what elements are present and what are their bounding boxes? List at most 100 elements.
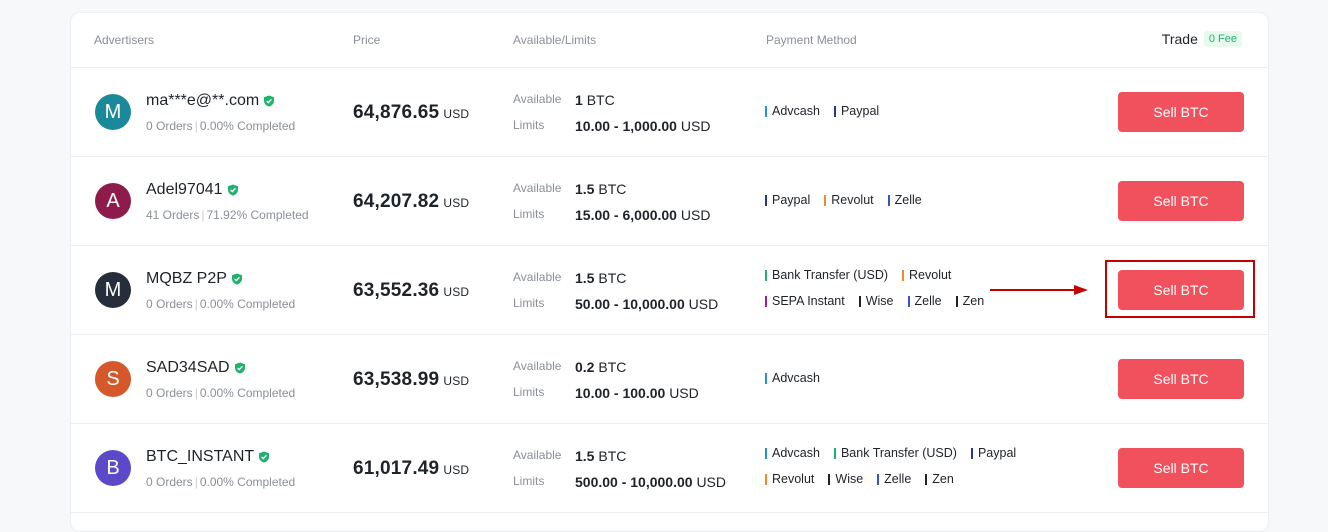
ad-row: B BTC_INSTANT 0 Orders | 0.00% Completed 6… [71, 424, 1268, 513]
stats-divider: | [194, 386, 198, 400]
available-amount: 1.5 [575, 181, 595, 197]
payment-method-tag: Paypal [765, 193, 810, 207]
p2p-ad-table: Advertisers Price Available/Limits Payme… [70, 12, 1269, 532]
col-header-advertisers: Advertisers [94, 33, 155, 47]
available-label: Available [513, 270, 562, 284]
available-label: Available [513, 92, 562, 106]
price-value: 61,017.49 [353, 458, 440, 479]
payment-method-tag: Zen [925, 472, 954, 486]
table-header: Advertisers Price Available/Limits Payme… [71, 13, 1268, 68]
payment-method-tag: Zelle [888, 193, 922, 207]
verified-shield-icon [227, 184, 238, 196]
payment-method-tag: Advcash [765, 446, 820, 460]
payment-methods-line: SEPA Instant Wise Zelle Zen [765, 294, 984, 308]
limits-value: 10.00 - 1,000.00 USD [575, 118, 710, 134]
ad-row: S SAD34SAD 0 Orders | 0.00% Completed 63,5… [71, 335, 1268, 424]
available-value: 1.5 BTC [575, 448, 626, 464]
price-value: 63,552.36 [353, 280, 440, 301]
sell-btc-button[interactable]: Sell BTC [1118, 181, 1244, 221]
price: 64,207.82 USD [353, 191, 469, 213]
sell-btc-button[interactable]: Sell BTC [1118, 359, 1244, 399]
stats-divider: | [201, 208, 205, 222]
ad-row: M ma***e@**.com 0 Orders | 0.00% Completed… [71, 68, 1268, 157]
limits-value: 15.00 - 6,000.00 USD [575, 207, 710, 223]
limits-label: Limits [513, 207, 545, 221]
completion-rate: 71.92% Completed [206, 208, 309, 222]
verified-shield-icon [264, 95, 275, 107]
price-value: 63,538.99 [353, 369, 440, 390]
advertiser-stats: 0 Orders | 0.00% Completed [146, 119, 295, 133]
payment-method-tag: Paypal [971, 446, 1016, 460]
available-value: 1.5 BTC [575, 181, 626, 197]
advertiser-name[interactable]: BTC_INSTANT [146, 448, 254, 466]
avatar[interactable]: A [95, 183, 131, 219]
payment-method-tag: Bank Transfer (USD) [834, 446, 957, 460]
available-unit: BTC [598, 359, 627, 375]
limits-value: 10.00 - 100.00 USD [575, 385, 699, 401]
stats-divider: | [194, 297, 198, 311]
payment-method-tag: Zelle [908, 294, 942, 308]
price: 63,538.99 USD [353, 369, 469, 391]
available-amount: 1.5 [575, 448, 595, 464]
col-header-available-limits: Available/Limits [513, 33, 597, 47]
limits-value: 500.00 - 10,000.00 USD [575, 474, 726, 490]
price: 64,876.65 USD [353, 102, 469, 124]
available-value: 1 BTC [575, 92, 615, 108]
orders-count: 0 Orders [146, 386, 193, 400]
sell-btc-button[interactable]: Sell BTC [1118, 92, 1244, 132]
payment-method-tag: Wise [828, 472, 863, 486]
advertiser-name-container: Adel97041 [146, 181, 239, 199]
price-currency: USD [443, 107, 470, 121]
limits-unit: USD [680, 118, 711, 134]
limits-value: 50.00 - 10,000.00 USD [575, 296, 718, 312]
completion-rate: 0.00% Completed [199, 386, 296, 400]
price-value: 64,876.65 [353, 102, 440, 123]
avatar[interactable]: S [95, 361, 131, 397]
available-value: 1.5 BTC [575, 270, 626, 286]
advertiser-name[interactable]: Adel97041 [146, 181, 223, 199]
advertiser-stats: 0 Orders | 0.00% Completed [146, 297, 295, 311]
available-unit: BTC [598, 181, 627, 197]
payment-methods-line: Advcash Bank Transfer (USD) Paypal [765, 446, 1016, 460]
limits-range: 50.00 - 10,000.00 [575, 296, 685, 312]
payment-method-tag: Bank Transfer (USD) [765, 268, 888, 282]
available-label: Available [513, 359, 562, 373]
available-value: 0.2 BTC [575, 359, 626, 375]
payment-methods-line: Bank Transfer (USD) Revolut [765, 268, 951, 282]
price-value: 64,207.82 [353, 191, 440, 212]
verified-shield-icon [234, 362, 245, 374]
price-currency: USD [443, 285, 470, 299]
advertiser-name[interactable]: MQBZ P2P [146, 270, 227, 288]
orders-count: 0 Orders [146, 119, 193, 133]
avatar[interactable]: B [95, 450, 131, 486]
zero-fee-badge: 0 Fee [1203, 31, 1242, 47]
completion-rate: 0.00% Completed [199, 297, 296, 311]
avatar[interactable]: M [95, 272, 131, 308]
advertiser-stats: 0 Orders | 0.00% Completed [146, 386, 295, 400]
advertiser-name-container: BTC_INSTANT [146, 448, 270, 466]
red-arrow-icon [990, 285, 1088, 295]
verified-shield-icon [231, 273, 242, 285]
limits-label: Limits [513, 474, 545, 488]
advertiser-name[interactable]: SAD34SAD [146, 359, 230, 377]
limits-label: Limits [513, 385, 545, 399]
advertiser-stats: 41 Orders | 71.92% Completed [146, 208, 309, 222]
payment-methods-line: Advcash Paypal [765, 104, 879, 118]
sell-btc-button[interactable]: Sell BTC [1118, 448, 1244, 488]
payment-method-tag: Revolut [902, 268, 951, 282]
payment-method-tag: Paypal [834, 104, 879, 118]
advertiser-name[interactable]: ma***e@**.com [146, 92, 259, 110]
avatar[interactable]: M [95, 94, 131, 130]
advertiser-name-container: MQBZ P2P [146, 270, 243, 288]
limits-label: Limits [513, 118, 545, 132]
col-header-trade: Trade 0 Fee [1162, 31, 1242, 47]
price: 61,017.49 USD [353, 458, 469, 480]
advertiser-name-container: ma***e@**.com [146, 92, 275, 110]
limits-unit: USD [680, 207, 711, 223]
highlight-box [1105, 260, 1255, 318]
available-amount: 1.5 [575, 270, 595, 286]
available-amount: 1 [575, 92, 583, 108]
advertiser-name-container: SAD34SAD [146, 359, 246, 377]
price-currency: USD [443, 196, 470, 210]
payment-method-tag: Zelle [877, 472, 911, 486]
